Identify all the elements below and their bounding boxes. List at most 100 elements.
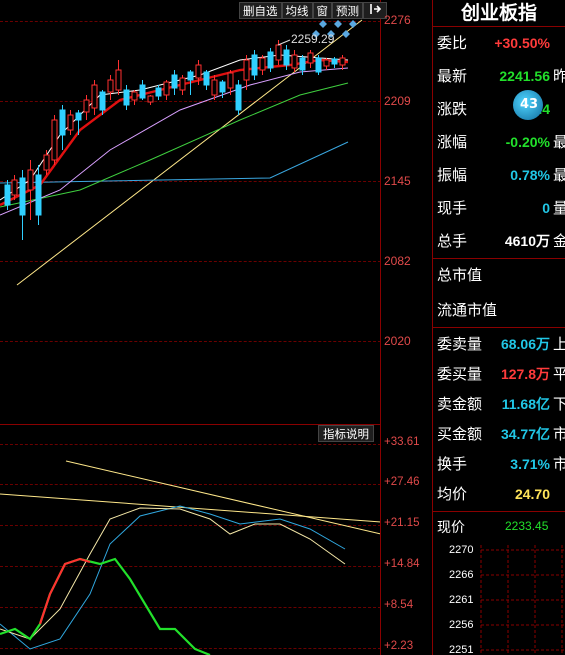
row-label: 最新	[437, 67, 468, 85]
candle-body	[139, 84, 146, 99]
row-value: 2241.56	[499, 68, 550, 84]
mini-tick-label: 2270	[449, 544, 474, 556]
candle-body	[283, 49, 290, 66]
row-label: 现手	[437, 199, 468, 217]
moving-average-button[interactable]: 均线	[281, 2, 313, 19]
row-next-label: 上	[553, 335, 565, 353]
quote-divider	[433, 327, 565, 328]
ind-trend-line-1	[65, 460, 381, 535]
candle-body	[51, 119, 58, 161]
current-price-label: 现价	[437, 520, 465, 536]
mini-tick-label: 2256	[449, 619, 474, 631]
candle-body	[35, 174, 42, 216]
candle-body	[187, 71, 194, 81]
indicator-help-button[interactable]: 指标说明	[318, 425, 374, 442]
chart-toolbar: 删自选 均线 窗 预测	[239, 2, 387, 19]
quote-row: 总手 4610万金	[433, 225, 565, 258]
annotation-leader	[277, 39, 291, 46]
quote-row: 委买量 127.8万平	[433, 359, 565, 389]
quote-row: 涨幅 -0.20% 最	[433, 126, 565, 159]
row-value: 34.77亿	[500, 426, 550, 442]
ind-tick-label: +2.23	[384, 640, 414, 652]
quote-row: 现手 0 量	[433, 192, 565, 225]
mini-tick-label: 2266	[449, 569, 474, 581]
candle-body	[219, 81, 226, 93]
candle-body	[163, 81, 170, 96]
row-next-label: 最	[553, 166, 565, 184]
ind-tick-label: +27.46	[384, 476, 420, 488]
total-market-cap-row: 总市值	[433, 259, 565, 292]
candle-body	[211, 79, 218, 96]
candlestick-chart[interactable]	[0, 0, 381, 424]
ind-trend-line-2	[0, 493, 381, 523]
candle-body	[195, 64, 202, 79]
row-label: 均价	[437, 485, 468, 503]
candle-body	[155, 87, 162, 97]
row-next-label: 量	[553, 199, 565, 217]
forecast-marker	[319, 20, 327, 28]
row-label: 委买量	[437, 365, 483, 383]
row-next-label: 下	[553, 395, 565, 413]
remove-favorite-button[interactable]: 删自选	[239, 2, 282, 19]
quote-row: 卖金额 11.68亿下	[433, 389, 565, 419]
quote-row: 均价 24.70	[433, 479, 565, 509]
row-label: 涨跌	[437, 100, 468, 118]
quote-row: 委卖量 68.06万上	[433, 329, 565, 359]
row-label: 总市值	[437, 266, 483, 284]
quote-divider	[433, 511, 565, 512]
row-label: 换手	[437, 455, 468, 473]
ind-d-line	[0, 505, 346, 650]
candle-body	[19, 177, 26, 216]
mini-tick-label: 2261	[449, 594, 474, 606]
candle-body	[275, 44, 282, 61]
quote-row: 振幅 0.78% 最	[433, 159, 565, 192]
row-value: 127.8万	[500, 366, 550, 382]
forecast-button[interactable]: 预测	[332, 2, 363, 19]
candle-body	[267, 51, 274, 69]
ind-tick-label: +21.15	[384, 517, 420, 529]
candle-body	[131, 91, 138, 101]
row-value: 0	[542, 200, 550, 216]
candle-body	[331, 58, 338, 65]
candle-body	[291, 54, 298, 69]
candle-body	[323, 59, 330, 67]
candle-body	[339, 57, 346, 66]
row-next-label: 昨	[553, 67, 565, 85]
high-price-annotation: 2259.29	[291, 32, 335, 46]
quote-row: 最新 2241.56 昨	[433, 60, 565, 93]
row-next-label: 最	[553, 133, 565, 151]
candle-body	[59, 109, 66, 136]
forecast-marker	[334, 20, 342, 28]
quote-row: 涨跌-4.4	[433, 93, 565, 126]
chart-divider	[380, 0, 381, 655]
ind-k-line	[0, 507, 346, 640]
y-tick-label: 2082	[384, 254, 411, 268]
candle-body	[243, 59, 250, 81]
candle-body	[75, 112, 82, 121]
candle-body	[171, 74, 178, 89]
candle-body	[203, 71, 210, 86]
forecast-marker	[342, 30, 350, 38]
candle-body	[227, 72, 234, 89]
window-button[interactable]: 窗	[312, 2, 332, 19]
forecast-marker	[349, 20, 357, 28]
indicator-chart[interactable]	[0, 424, 381, 655]
y-tick-label: 2276	[384, 13, 411, 27]
row-value: 68.06万	[500, 336, 550, 352]
candle-body	[11, 179, 18, 196]
candle-body	[307, 52, 314, 64]
candle-body	[179, 77, 186, 91]
candle-body	[259, 57, 266, 71]
row-value: 11.68亿	[501, 396, 550, 412]
candle-body	[107, 79, 114, 93]
row-label: 买金额	[437, 425, 483, 443]
ind-j-line-green	[0, 557, 211, 655]
index-title: 创业板指	[433, 0, 565, 26]
row-label: 卖金额	[437, 395, 483, 413]
row-label: 流通市值	[437, 301, 498, 319]
candle-body	[4, 184, 11, 206]
quote-row: 买金额 34.77亿市	[433, 419, 565, 449]
info-badge[interactable]: 43	[513, 90, 543, 120]
row-label: 涨幅	[437, 133, 468, 151]
row-next-label: 市	[553, 425, 565, 443]
